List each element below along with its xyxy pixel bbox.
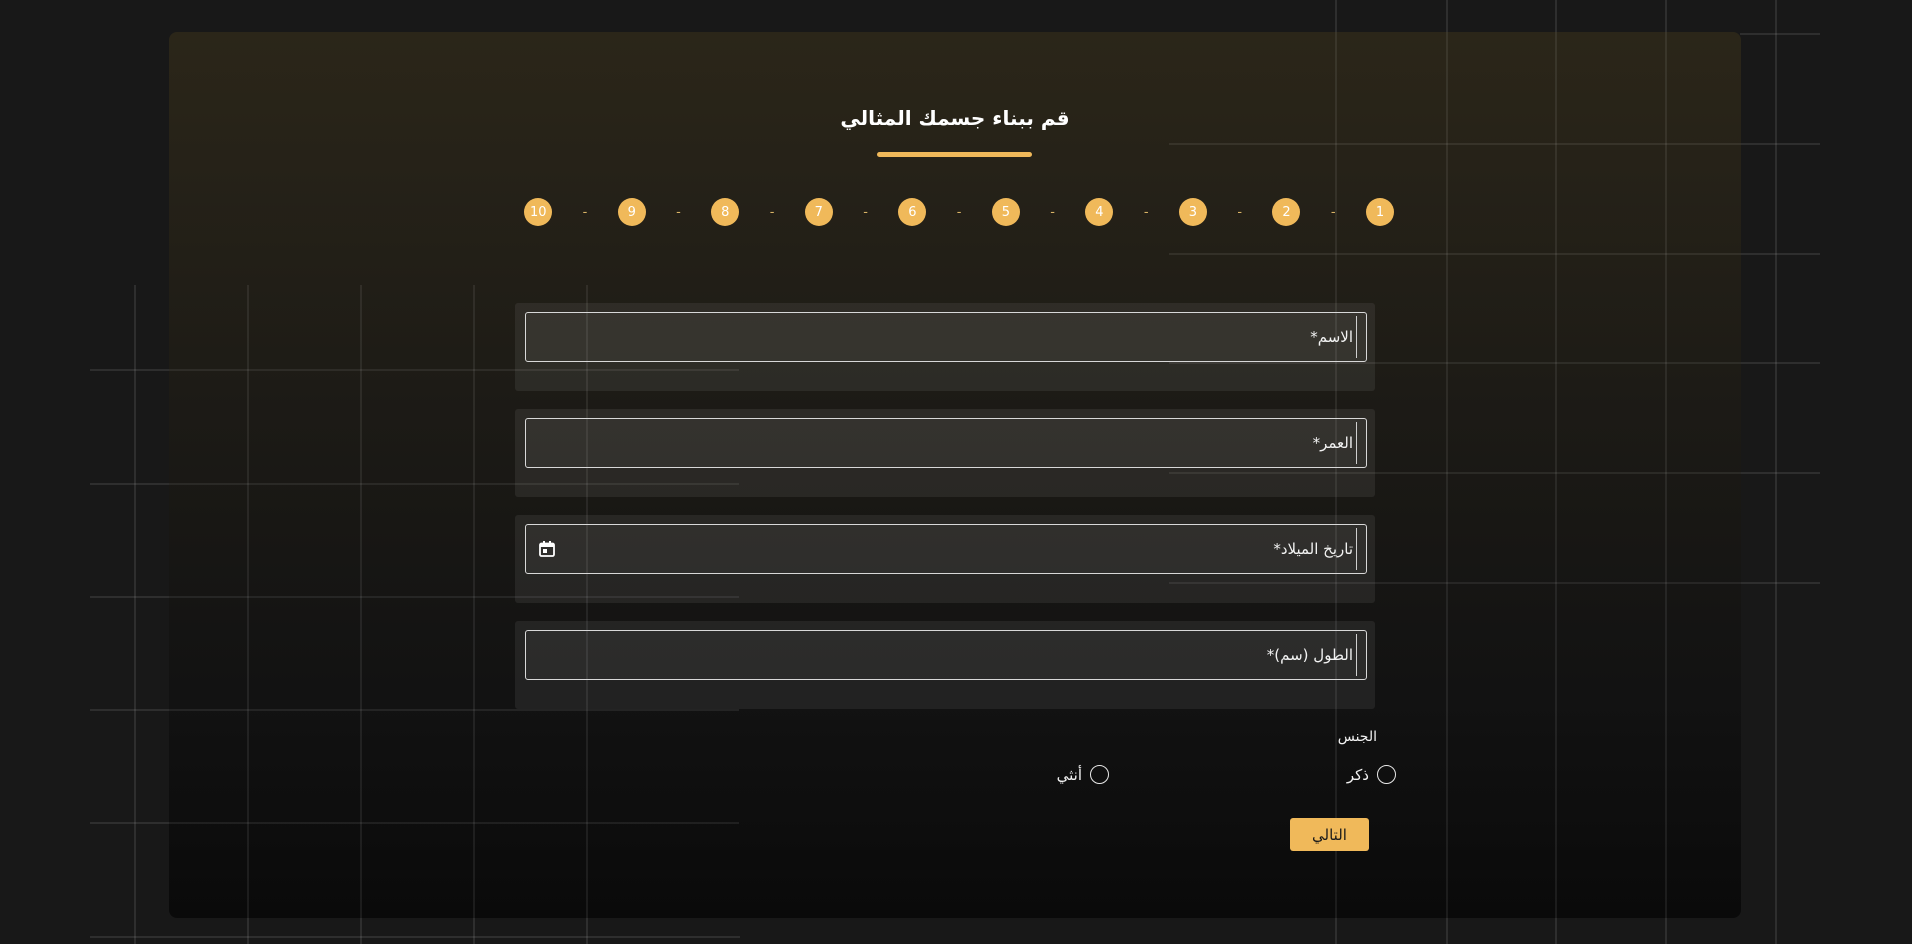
step-separator: - — [863, 204, 868, 220]
name-field-container: الاسم* — [515, 303, 1375, 391]
step-separator: - — [769, 204, 775, 220]
step-separator: - — [582, 204, 588, 220]
step-separator: - — [1050, 204, 1055, 220]
step-4[interactable]: 4 — [1085, 198, 1114, 226]
gender-male-label: ذكر — [1346, 765, 1369, 784]
step-separator: - — [1330, 204, 1336, 220]
birthdate-input[interactable]: تاريخ الميلاد* — [525, 524, 1367, 574]
step-2[interactable]: 2 — [1272, 198, 1301, 226]
gender-female-label: أنثي — [1056, 765, 1082, 784]
step-separator: - — [1143, 204, 1149, 220]
page-title: قم ببناء جسمك المثالي — [840, 106, 1070, 130]
step-9[interactable]: 9 — [617, 198, 646, 226]
gender-label: الجنس — [1337, 729, 1377, 745]
birthdate-label: تاريخ الميلاد* — [1273, 540, 1353, 558]
step-6[interactable]: 6 — [898, 198, 927, 226]
step-5[interactable]: 5 — [991, 198, 1020, 226]
step-indicator: 1 - 2 - 3 - 4 - 5 - 6 - 7 - 8 - 9 - 10 — [524, 197, 1394, 227]
step-separator: - — [1237, 204, 1243, 220]
height-field-container: الطول (سم)* — [515, 621, 1375, 709]
age-input[interactable]: العمر* — [525, 418, 1367, 468]
age-label: العمر* — [1312, 434, 1353, 452]
radio-circle-male[interactable] — [1377, 765, 1396, 784]
step-7[interactable]: 7 — [804, 198, 833, 226]
step-separator: - — [956, 204, 962, 220]
next-button[interactable]: التالي — [1290, 818, 1369, 851]
calendar-icon[interactable] — [538, 540, 556, 558]
age-field-container: العمر* — [515, 409, 1375, 497]
step-1[interactable]: 1 — [1366, 198, 1394, 226]
name-input[interactable]: الاسم* — [525, 312, 1367, 362]
name-label: الاسم* — [1310, 328, 1353, 346]
title-underline — [877, 152, 1032, 157]
step-10[interactable]: 10 — [524, 198, 553, 226]
height-label: الطول (سم)* — [1266, 646, 1353, 664]
form-card: قم ببناء جسمك المثالي 1 - 2 - 3 - 4 - 5 … — [169, 32, 1741, 918]
radio-circle-female[interactable] — [1090, 765, 1109, 784]
step-3[interactable]: 3 — [1178, 198, 1207, 226]
step-8[interactable]: 8 — [711, 198, 740, 226]
gender-female-radio[interactable]: أنثي — [1057, 765, 1109, 784]
step-separator: - — [676, 204, 681, 220]
gender-male-radio[interactable]: ذكر — [1347, 765, 1396, 784]
height-input[interactable]: الطول (سم)* — [525, 630, 1367, 680]
birthdate-field-container: تاريخ الميلاد* — [515, 515, 1375, 603]
